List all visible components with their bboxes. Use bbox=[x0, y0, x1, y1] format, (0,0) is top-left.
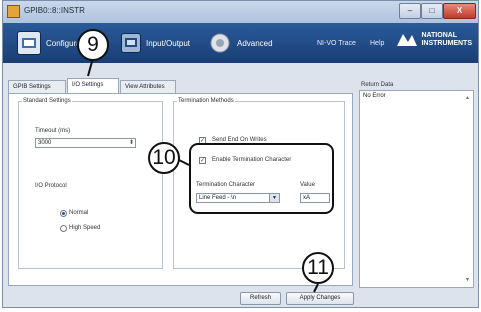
callout-9: 9 bbox=[77, 29, 109, 61]
callout-10: 10 bbox=[148, 142, 180, 174]
callout-leader-lines bbox=[87, 57, 319, 293]
callout-10-leader bbox=[178, 159, 190, 166]
callout-11: 11 bbox=[302, 252, 334, 284]
callout-11-leader bbox=[313, 283, 319, 293]
